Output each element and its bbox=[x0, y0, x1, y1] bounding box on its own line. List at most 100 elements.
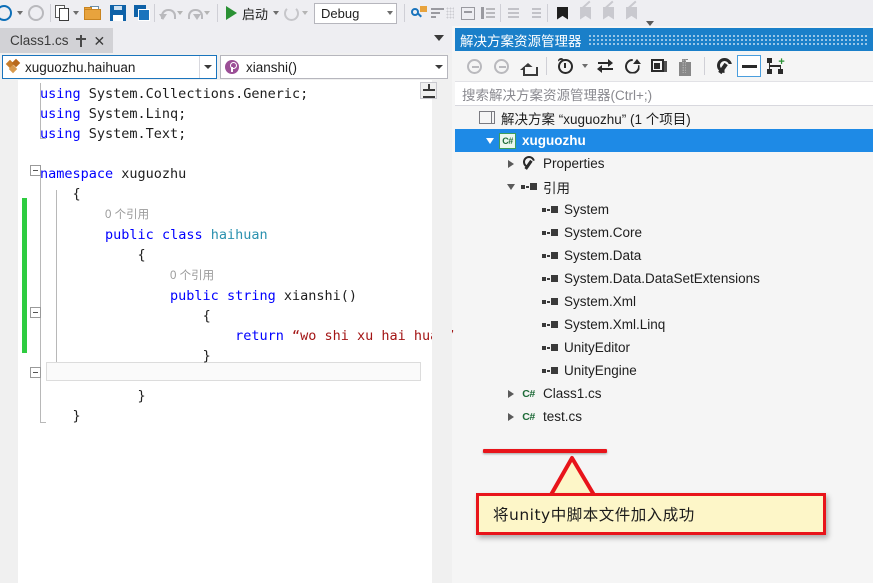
annotation-callout-text: 将unity中脚本文件加入成功 bbox=[493, 506, 695, 524]
code-lens-reference-hint[interactable]: 0 个引用 bbox=[105, 209, 149, 221]
save-all-button[interactable] bbox=[134, 0, 150, 26]
tree-item[interactable]: C# Class1.cs bbox=[455, 382, 873, 405]
undo-button[interactable] bbox=[159, 0, 176, 26]
show-all-files-button[interactable] bbox=[710, 54, 736, 78]
collapse-all-button[interactable] bbox=[646, 54, 672, 78]
toolbar-divider bbox=[547, 4, 549, 22]
previous-bookmark-button[interactable] bbox=[579, 0, 592, 26]
toolbar-options-button[interactable] bbox=[446, 0, 456, 26]
toolbar-divider bbox=[154, 4, 155, 22]
tree-item[interactable]: System.Data.DataSetExtensions bbox=[455, 267, 873, 290]
quick-find-button[interactable] bbox=[411, 0, 428, 26]
expand-arrow-icon[interactable] bbox=[503, 412, 519, 421]
tree-item[interactable]: System bbox=[455, 198, 873, 221]
type-navigation-combo[interactable]: xuguozhu.haihuan bbox=[2, 55, 217, 79]
expand-arrow-icon[interactable] bbox=[503, 159, 519, 168]
quick-find-icon bbox=[411, 6, 428, 20]
properties-button[interactable] bbox=[673, 54, 699, 78]
navigate-backward-button[interactable] bbox=[0, 0, 14, 26]
tree-item[interactable]: System.Core bbox=[455, 221, 873, 244]
code-token: xuguozhu bbox=[121, 166, 187, 182]
tab-list-dropdown-icon[interactable] bbox=[434, 35, 444, 41]
editor-vertical-scrollbar[interactable] bbox=[432, 80, 873, 583]
tree-item[interactable]: Properties bbox=[455, 152, 873, 175]
refresh-button[interactable] bbox=[619, 54, 645, 78]
restart-dropdown-icon[interactable] bbox=[302, 11, 309, 15]
code-line: return “wo shi xu hai huan”; bbox=[40, 326, 463, 346]
code-lens-reference-hint[interactable]: 0 个引用 bbox=[170, 270, 214, 282]
new-item-button[interactable] bbox=[55, 0, 70, 26]
toggle-panel-button[interactable] bbox=[480, 0, 496, 26]
forward-button[interactable] bbox=[488, 54, 514, 78]
sync-with-active-document-button[interactable] bbox=[592, 54, 618, 78]
chevron-down-icon[interactable] bbox=[200, 65, 216, 69]
tree-item[interactable]: UnityEngine bbox=[455, 359, 873, 382]
clear-bookmarks-button[interactable] bbox=[625, 0, 638, 26]
decrease-indent-button[interactable] bbox=[505, 0, 521, 26]
navigate-backward-dropdown-icon[interactable] bbox=[17, 11, 23, 15]
undo-dropdown-icon[interactable] bbox=[177, 11, 183, 15]
start-debug-button[interactable]: 启动 bbox=[226, 0, 270, 26]
solution-icon bbox=[477, 110, 496, 125]
tab-label: Class1.cs bbox=[10, 33, 69, 48]
split-view-icon[interactable] bbox=[420, 82, 437, 99]
solution-configuration-value: Debug bbox=[321, 5, 360, 21]
back-button[interactable] bbox=[461, 54, 487, 78]
next-bookmark-button[interactable] bbox=[602, 0, 615, 26]
open-file-icon bbox=[84, 6, 102, 20]
tree-item[interactable]: System.Data bbox=[455, 244, 873, 267]
tree-item[interactable]: 引用 bbox=[455, 175, 873, 198]
close-icon[interactable]: ✕ bbox=[94, 34, 106, 48]
view-hierarchy-button[interactable]: + bbox=[762, 54, 788, 78]
redo-dropdown-icon[interactable] bbox=[204, 11, 210, 15]
code-text[interactable]: using System.Collections.Generic; using S… bbox=[40, 84, 463, 426]
tree-item[interactable]: System.Xml.Linq bbox=[455, 313, 873, 336]
code-line: public string xianshi() bbox=[40, 286, 463, 306]
toolbar-overflow-button[interactable] bbox=[646, 0, 655, 26]
collapse-arrow-icon[interactable] bbox=[503, 183, 519, 190]
hide-button[interactable] bbox=[737, 55, 761, 77]
code-line: { bbox=[40, 245, 463, 265]
toggle-bookmark-button[interactable] bbox=[556, 0, 569, 26]
code-line: 0 个引用 bbox=[40, 204, 463, 225]
member-navigation-combo[interactable]: xianshi() bbox=[220, 55, 448, 79]
tree-item[interactable]: System.Xml bbox=[455, 290, 873, 313]
toolbar-divider bbox=[404, 4, 406, 22]
code-line: } bbox=[40, 386, 463, 406]
home-button[interactable] bbox=[515, 54, 541, 78]
open-file-button[interactable] bbox=[84, 0, 102, 26]
start-debug-dropdown-icon[interactable] bbox=[273, 11, 280, 15]
redo-button[interactable] bbox=[186, 0, 203, 26]
new-item-dropdown-icon[interactable] bbox=[73, 11, 79, 15]
tree-item-label: System bbox=[564, 202, 610, 217]
code-editor-surface[interactable]: using System.Collections.Generic; using S… bbox=[0, 80, 463, 583]
tree-item[interactable]: 解决方案 “xuguozhu” (1 个项目) bbox=[455, 106, 873, 129]
save-button[interactable] bbox=[110, 0, 126, 26]
tree-item-label: 解决方案 “xuguozhu” (1 个项目) bbox=[501, 111, 691, 127]
expand-arrow-icon[interactable] bbox=[503, 389, 519, 398]
drag-handle[interactable] bbox=[587, 34, 869, 45]
editor-tabstrip: Class1.cs ✕ bbox=[0, 26, 452, 53]
navigate-forward-button[interactable] bbox=[26, 0, 46, 26]
code-token: “wo shi xu hai huan” bbox=[291, 328, 455, 344]
pending-changes-button[interactable] bbox=[552, 54, 578, 78]
increase-indent-button[interactable] bbox=[527, 0, 543, 26]
find-options-button[interactable] bbox=[431, 0, 446, 26]
chevron-down-icon[interactable] bbox=[431, 65, 447, 69]
chevron-down-icon[interactable] bbox=[582, 64, 588, 68]
collapse-arrow-icon[interactable] bbox=[482, 137, 498, 144]
redo-icon bbox=[186, 6, 203, 20]
tree-item[interactable]: UnityEditor bbox=[455, 336, 873, 359]
toggle-window-button[interactable] bbox=[460, 0, 476, 26]
pin-icon[interactable] bbox=[75, 34, 87, 47]
find-options-icon bbox=[431, 6, 446, 20]
solution-configuration-combo[interactable]: Debug bbox=[314, 2, 398, 24]
indent-decrease-icon bbox=[505, 6, 521, 21]
solution-explorer-search-box[interactable]: 搜索解决方案资源管理器(Ctrl+;) bbox=[455, 81, 873, 106]
tree-item[interactable]: C# xuguozhu bbox=[455, 129, 873, 152]
tree-item[interactable]: C# test.cs bbox=[455, 405, 873, 428]
restart-button[interactable] bbox=[284, 0, 300, 26]
search-placeholder: 搜索解决方案资源管理器(Ctrl+;) bbox=[462, 87, 653, 103]
solution-explorer-header[interactable]: 解决方案资源管理器 bbox=[455, 28, 873, 51]
tab-class1-cs[interactable]: Class1.cs ✕ bbox=[0, 28, 114, 53]
